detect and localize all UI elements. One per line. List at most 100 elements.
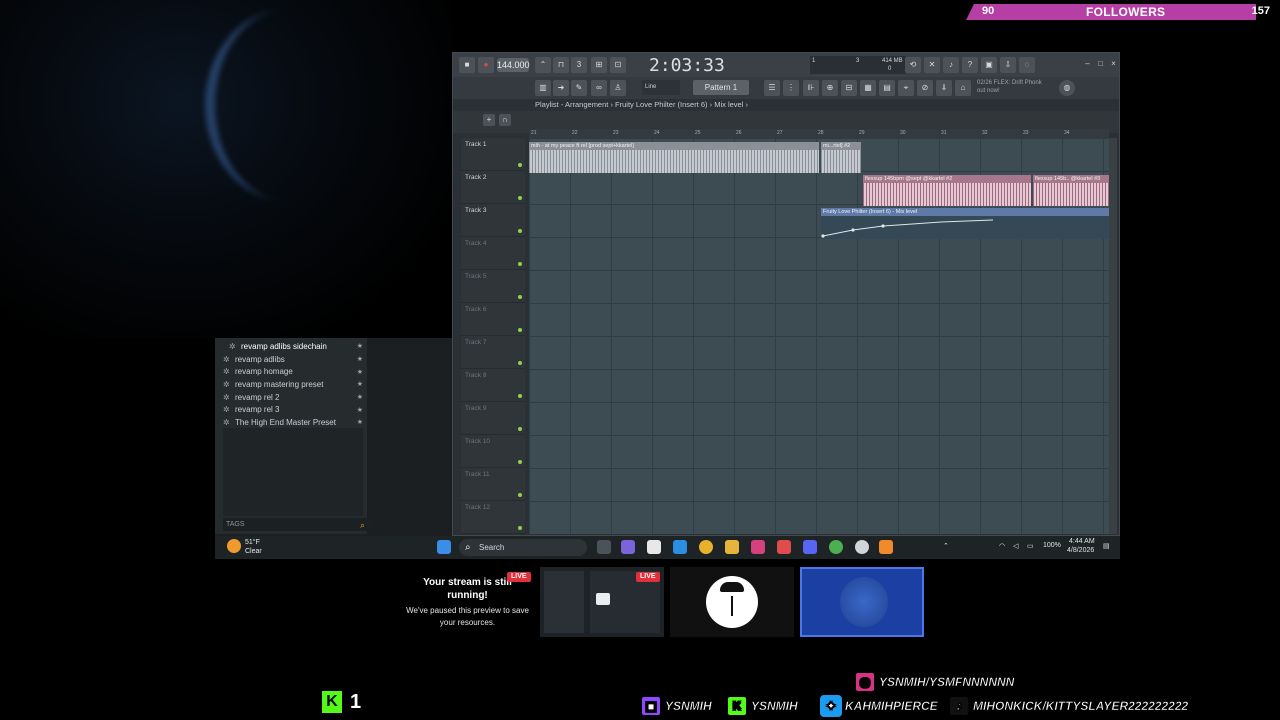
task-view-icon[interactable] <box>597 540 611 554</box>
preview-tile-avatar[interactable] <box>670 567 794 637</box>
track-enable-led[interactable] <box>518 394 522 398</box>
clock-time[interactable]: 4:44 AM <box>1069 538 1095 545</box>
help-icon[interactable]: ? <box>962 57 978 73</box>
mic-icon[interactable]: ♪ <box>943 57 959 73</box>
pattern-selector[interactable]: Pattern 1 <box>693 80 749 95</box>
track-enable-led[interactable] <box>518 163 522 167</box>
metronome-icon[interactable]: ⌃ <box>535 57 551 73</box>
track-enable-led[interactable] <box>518 328 522 332</box>
minimize-icon[interactable]: – <box>1083 59 1092 68</box>
edge-icon[interactable] <box>673 540 687 554</box>
chat-icon[interactable]: ◌ <box>1019 57 1035 73</box>
browser-item[interactable]: ✲ revamp homage ★ <box>223 365 363 378</box>
track-enable-led[interactable] <box>518 460 522 464</box>
file-explorer-icon[interactable] <box>725 540 739 554</box>
record-button[interactable]: ● <box>478 57 494 73</box>
arrangement-grid[interactable]: mih - at my peace ft rel [prod sept+kkar… <box>529 138 1109 534</box>
track-header[interactable]: Track 5 <box>461 270 525 303</box>
track-enable-led[interactable] <box>518 295 522 299</box>
save-icon[interactable]: ▣ <box>981 57 997 73</box>
wait-input-icon[interactable]: ⊓ <box>553 57 569 73</box>
track-header[interactable]: Track 10 <box>461 435 525 468</box>
star-icon[interactable]: ★ <box>357 406 363 414</box>
browser-icon[interactable]: ⊟ <box>841 80 857 96</box>
volume-icon[interactable]: ◁ <box>1013 542 1018 550</box>
clock-date[interactable]: 4/8/2026 <box>1067 547 1094 554</box>
touch-keyboard-icon[interactable]: ▦ <box>860 80 876 96</box>
discord-icon[interactable] <box>803 540 817 554</box>
battery-icon[interactable]: ▭ <box>1027 542 1034 550</box>
track-header[interactable]: Track 3 <box>461 204 525 237</box>
tools-icon[interactable]: ✕ <box>924 57 940 73</box>
download-icon[interactable]: ⇓ <box>936 80 952 96</box>
vertical-scrollbar[interactable] <box>1109 138 1117 534</box>
brush-icon[interactable]: ✎ <box>571 80 587 96</box>
globe-icon[interactable]: ◍ <box>1059 80 1075 96</box>
playlist-icon[interactable]: ☰ <box>764 80 780 96</box>
maximize-icon[interactable]: □ <box>1096 59 1105 68</box>
pin-icon[interactable]: ⌖ <box>898 80 914 96</box>
step-edit-icon[interactable]: ⊡ <box>610 57 626 73</box>
search-icon[interactable]: ⌕ <box>360 519 365 532</box>
wifi-icon[interactable]: ◠ <box>999 542 1005 550</box>
tags-bar[interactable]: TAGS ⌕ <box>223 518 371 531</box>
track-header[interactable]: Track 8 <box>461 369 525 402</box>
track-header[interactable]: Track 2 <box>461 171 525 204</box>
windows-start-icon[interactable] <box>437 540 451 554</box>
track-enable-led[interactable] <box>518 229 522 233</box>
channel-rack-icon[interactable]: ⋮ <box>783 80 799 96</box>
mixer-icon[interactable]: ⊪ <box>803 80 819 96</box>
track-header[interactable]: Track 9 <box>461 402 525 435</box>
audio-clip[interactable]: flexxup 145bpm @sept @kkartel #2 <box>863 175 1031 206</box>
preview-tile-selected[interactable] <box>800 567 924 637</box>
track-header[interactable]: Track 12 <box>461 501 525 534</box>
export-icon[interactable]: ⇩ <box>1000 57 1016 73</box>
project-icon[interactable]: ▤ <box>879 80 895 96</box>
notification-icon[interactable]: ▤ <box>1103 542 1110 550</box>
audio-clip[interactable]: mi...rtel] #2 <box>821 142 861 173</box>
browser-item[interactable]: ✲ revamp adlibs ★ <box>223 353 363 366</box>
piano-roll-icon[interactable]: ▥ <box>535 80 551 96</box>
star-icon[interactable]: ★ <box>357 393 363 401</box>
link-icon[interactable]: ∞ <box>591 80 607 96</box>
fl-studio-icon[interactable] <box>879 540 893 554</box>
automation-clip[interactable]: Fruity Love Philter (Insert 6) - Mix lev… <box>821 208 1109 239</box>
store-icon[interactable]: ⌂ <box>955 80 971 96</box>
snap-select[interactable]: Line <box>642 80 680 95</box>
close-icon[interactable]: × <box>1109 59 1118 68</box>
stop-button[interactable]: ■ <box>459 57 475 73</box>
track-header[interactable]: Track 1 <box>461 138 525 171</box>
track-enable-led[interactable] <box>518 427 522 431</box>
copilot-icon[interactable] <box>621 540 635 554</box>
track-header[interactable]: Track 6 <box>461 303 525 336</box>
audio-clip[interactable]: mih - at my peace ft rel [prod sept+kkar… <box>529 142 819 173</box>
browser-item[interactable]: ✲ revamp mastering preset ★ <box>223 378 363 391</box>
track-enable-led[interactable] <box>518 493 522 497</box>
chrome-icon[interactable] <box>699 540 713 554</box>
track-header[interactable]: Track 4 <box>461 237 525 270</box>
track-enable-led[interactable] <box>518 526 522 530</box>
magnet-icon[interactable]: ∩ <box>499 114 511 126</box>
mute-icon[interactable]: ⊘ <box>917 80 933 96</box>
chevron-up-icon[interactable]: ⌃ <box>943 542 949 550</box>
media-player-icon[interactable] <box>855 540 869 554</box>
track-header[interactable]: Track 7 <box>461 336 525 369</box>
plugin-icon[interactable]: ⊕ <box>822 80 838 96</box>
store-icon[interactable] <box>647 540 661 554</box>
track-enable-led[interactable] <box>518 196 522 200</box>
track-header[interactable]: Track 11 <box>461 468 525 501</box>
chrome-alt-icon[interactable] <box>829 540 843 554</box>
star-icon[interactable]: ★ <box>357 355 363 363</box>
app-icon[interactable] <box>777 540 791 554</box>
timeline-ruler[interactable]: 21 22 23 24 25 26 27 28 29 30 31 32 33 34 <box>529 129 1109 138</box>
browser-item[interactable]: ✲ revamp rel 2 ★ <box>223 391 363 404</box>
track-enable-led[interactable] <box>518 262 522 266</box>
track-enable-led[interactable] <box>518 361 522 365</box>
undo-icon[interactable]: ⟲ <box>905 57 921 73</box>
arrow-icon[interactable]: ➜ <box>553 80 569 96</box>
star-icon[interactable]: ★ <box>357 342 363 350</box>
taskbar-search[interactable]: ⌕ Search <box>459 539 587 556</box>
star-icon[interactable]: ★ <box>357 418 363 426</box>
tempo-display[interactable]: 144.000 <box>497 58 530 72</box>
instagram-icon[interactable] <box>751 540 765 554</box>
